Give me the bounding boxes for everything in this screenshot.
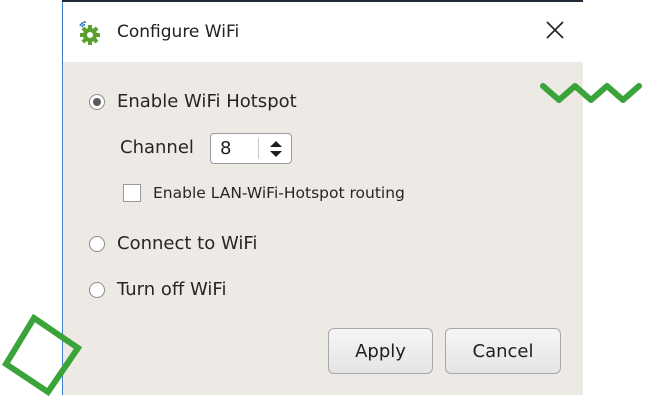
radio-label: Enable WiFi Hotspot (117, 91, 297, 112)
title-bar: Configure WiFi (63, 2, 583, 62)
close-icon (545, 20, 565, 44)
apply-button[interactable]: Apply (328, 328, 433, 374)
routing-checkbox-row[interactable]: Enable LAN-WiFi-Hotspot routing (123, 184, 405, 202)
channel-value: 8 (220, 138, 232, 159)
radio-enable-hotspot[interactable]: Enable WiFi Hotspot (89, 91, 297, 112)
up-down-arrows-icon[interactable] (267, 139, 285, 159)
routing-checkbox[interactable] (123, 184, 141, 202)
cancel-button[interactable]: Cancel (445, 328, 561, 374)
window-title: Configure WiFi (117, 22, 240, 42)
green-diamond-mark (1, 313, 83, 396)
channel-spinbox[interactable]: 8 (210, 133, 292, 164)
radio-label: Turn off WiFi (117, 279, 227, 300)
radio-button[interactable] (89, 93, 105, 110)
gear-wifi-icon (77, 20, 103, 46)
routing-label: Enable LAN-WiFi-Hotspot routing (153, 184, 405, 202)
channel-label: Channel (120, 137, 194, 158)
close-button[interactable] (535, 14, 575, 50)
spinbox-divider (258, 138, 259, 159)
radio-turn-off-wifi[interactable]: Turn off WiFi (89, 279, 226, 300)
dialog-body: Enable WiFi Hotspot Channel 8 Enable LAN… (63, 62, 583, 395)
green-zigzag-mark (540, 83, 642, 103)
radio-connect-wifi[interactable]: Connect to WiFi (89, 233, 257, 254)
radio-button[interactable] (89, 235, 105, 252)
radio-button[interactable] (89, 281, 105, 298)
radio-label: Connect to WiFi (117, 233, 258, 254)
